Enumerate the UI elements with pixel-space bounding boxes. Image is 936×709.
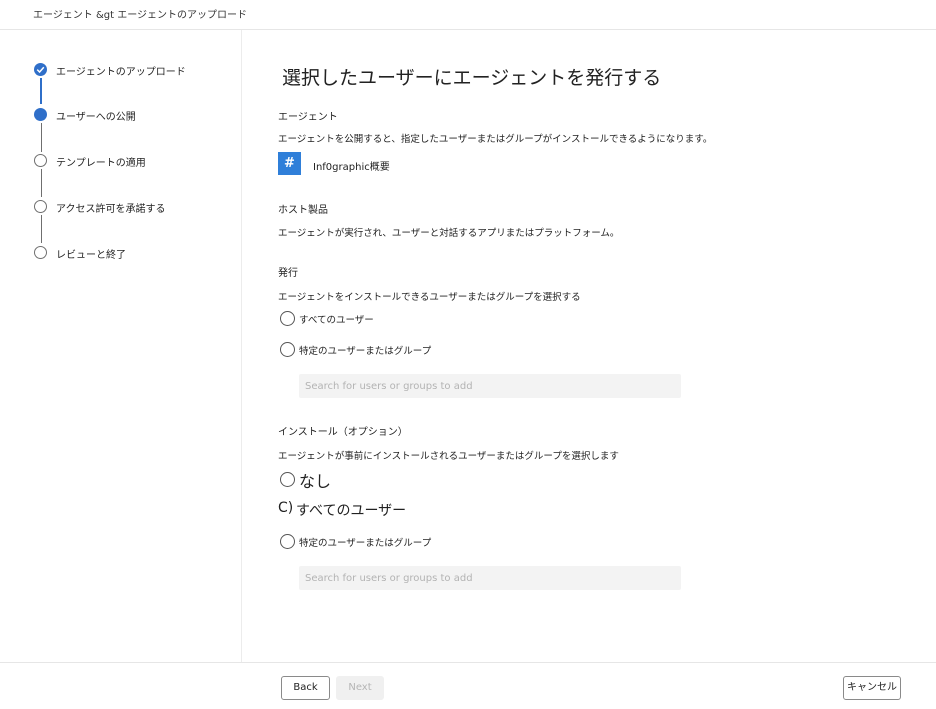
step-label: エージェントのアップロード [56,67,186,78]
install-section-heading: インストール（オプション） [278,427,408,438]
publish-section-description: エージェントをインストールできるユーザーまたはグループを選択する [278,292,581,303]
back-button[interactable]: Back [281,676,330,700]
step-upload-agent[interactable]: エージェントのアップロード [34,62,239,78]
step-connector [40,78,42,104]
step-review-finish[interactable]: レビューと終了 [34,245,239,261]
step-accept-permissions[interactable]: アクセス許可を承諾する [34,199,239,215]
hash-icon: # [278,152,301,175]
agent-section-description: エージェントを公開すると、指定したユーザーまたはグループがインストールできるよう… [278,134,713,145]
pending-step-circle-icon [34,154,47,167]
step-connector [40,169,42,197]
pending-step-circle-icon [34,246,47,259]
radio-circle[interactable] [280,311,295,326]
radio-circle[interactable] [280,534,295,549]
install-section-description: エージェントが事前にインストールされるユーザーまたはグループを選択します [278,451,619,462]
breadcrumb: エージェント &gt エージェントのアップロード [33,10,248,21]
wizard-steps-pane: エージェントのアップロード ユーザーへの公開 テンプレートの適用 アクセス許可を… [0,30,242,662]
step-apply-template[interactable]: テンプレートの適用 [34,153,239,169]
pending-step-circle-icon [34,200,47,213]
radio-label: すべてのユーザー [299,315,374,326]
step-connector [40,215,42,243]
radio-prefix: C) [278,500,294,516]
radio-circle[interactable] [280,342,295,357]
checkmark-icon [34,63,47,76]
step-label: ユーザーへの公開 [56,112,136,123]
step-connector [40,123,42,152]
step-label: アクセス許可を承諾する [56,204,166,215]
current-step-dot-icon [34,108,47,121]
footer-bar: Back Next キャンセル [0,662,936,709]
radio-label: すべてのユーザー [296,503,407,519]
step-label: レビューと終了 [56,250,126,261]
step-publish-to-users[interactable]: ユーザーへの公開 [34,107,239,123]
agent-section-heading: エージェント [278,112,338,123]
radio-label: なし [299,472,332,491]
cancel-button[interactable]: キャンセル [843,676,901,700]
radio-label: 特定のユーザーまたはグループ [299,538,432,549]
top-bar: エージェント &gt エージェントのアップロード [0,0,936,30]
install-search-input[interactable] [299,566,681,590]
next-button[interactable]: Next [336,676,384,700]
agent-name: Inf0graphic概要 [313,162,390,173]
step-label: テンプレートの適用 [56,158,146,169]
page-title: 選択したユーザーにエージェントを発行する [282,67,662,89]
publish-search-input[interactable] [299,374,681,398]
publish-section-heading: 発行 [278,268,298,279]
radio-circle[interactable] [280,472,295,487]
main-content: 選択したユーザーにエージェントを発行する エージェント エージェントを公開すると… [243,30,936,662]
host-section-description: エージェントが実行され、ユーザーと対話するアプリまたはプラットフォーム。 [278,228,620,239]
host-section-heading: ホスト製品 [278,205,328,216]
radio-label: 特定のユーザーまたはグループ [299,346,432,357]
